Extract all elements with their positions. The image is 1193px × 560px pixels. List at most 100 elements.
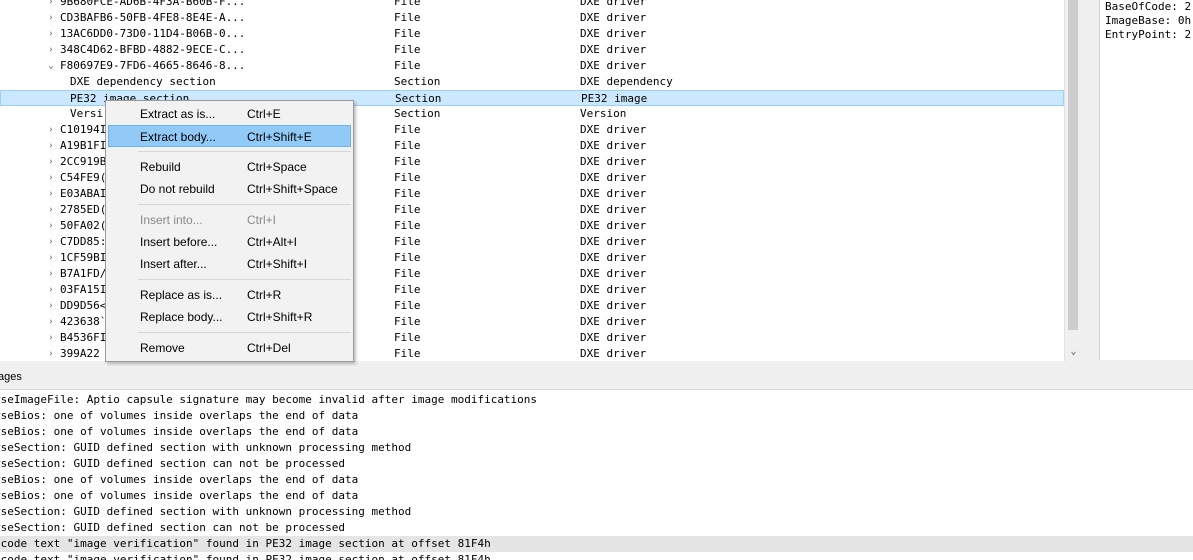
tree-row-subtype: DXE driver — [580, 27, 647, 40]
tree-child-row[interactable]: DXE dependency section Section DXE depende… — [0, 74, 1064, 90]
message-item[interactable]: icode text "image verification" found in… — [0, 536, 1193, 552]
message-item[interactable]: rseSection: GUID defined section with un… — [0, 440, 1193, 456]
menu-item-insert-before[interactable]: Insert before... Ctrl+Alt+I — [108, 231, 351, 253]
tree-row-name: 2785ED( — [60, 203, 107, 216]
tree-row-name: DXE dependency section — [70, 75, 216, 88]
expand-right-icon[interactable]: › — [46, 266, 56, 282]
tree-row-subtype: DXE driver — [580, 203, 647, 216]
expand-down-icon[interactable]: ⌄ — [46, 58, 56, 74]
messages-header: ages — [0, 368, 1193, 386]
expand-right-icon[interactable]: › — [46, 186, 56, 202]
expand-right-icon[interactable]: › — [46, 26, 56, 42]
message-item[interactable]: rseSection: GUID defined section can not… — [0, 456, 1193, 472]
tree-row-type: File — [394, 315, 421, 328]
tree-row-type: File — [394, 347, 421, 360]
expand-right-icon[interactable]: › — [46, 346, 56, 361]
tree-row-subtype: DXE driver — [580, 235, 647, 248]
message-item[interactable]: rseImageFile: Aptio capsule signature ma… — [0, 392, 1193, 408]
expand-right-icon[interactable]: › — [46, 330, 56, 346]
expand-right-icon[interactable]: › — [46, 122, 56, 138]
expand-right-icon[interactable]: › — [46, 0, 56, 10]
menu-item-replace-body[interactable]: Replace body... Ctrl+Shift+R — [108, 306, 351, 328]
tree-row-subtype: DXE driver — [580, 331, 647, 344]
expand-right-icon[interactable]: › — [46, 42, 56, 58]
expand-right-icon[interactable]: › — [46, 218, 56, 234]
tree-row-name: 13AC6DD0-73D0-11D4-B06B-0... — [60, 27, 246, 40]
tree-row-subtype: PE32 image — [581, 92, 648, 105]
tree-row-name: 2CC919B — [60, 155, 107, 168]
expand-right-icon[interactable]: › — [46, 154, 56, 170]
message-item[interactable]: rseSection: GUID defined section with un… — [0, 504, 1193, 520]
tree-row[interactable]: ⌄ F80697E9-7FD6-4665-8646-8... File DXE dri… — [0, 58, 1064, 74]
message-item[interactable]: rseSection: GUID defined section can not… — [0, 520, 1193, 536]
tree-row-name: 1CF59BI — [60, 251, 107, 264]
menu-item-label: Remove — [140, 341, 185, 355]
tree-row-subtype: DXE driver — [580, 139, 647, 152]
tree-row-type: File — [394, 235, 421, 248]
menu-item-do-not-rebuild[interactable]: Do not rebuild Ctrl+Shift+Space — [108, 178, 351, 200]
message-item[interactable]: rseBios: one of volumes inside overlaps … — [0, 424, 1193, 440]
info-line: EntryPoint: 2 — [1105, 28, 1192, 41]
expand-right-icon[interactable]: › — [46, 250, 56, 266]
menu-item-label: Insert after... — [140, 257, 207, 271]
tree-row-type: File — [394, 171, 421, 184]
tree-vertical-scrollbar[interactable]: ⌄ — [1064, 0, 1082, 361]
message-item[interactable]: rseBios: one of volumes inside overlaps … — [0, 488, 1193, 504]
tree-row-name: 423638` — [60, 315, 107, 328]
tree-row-type: File — [394, 43, 421, 56]
menu-item-label: Replace body... — [140, 310, 223, 324]
tree-row-type: Section — [395, 92, 442, 105]
tree-row-name: 348C4D62-BFBD-4882-9ECE-C... — [60, 43, 246, 56]
scrollbar-thumb[interactable] — [1068, 0, 1078, 330]
menu-item-rebuild[interactable]: Rebuild Ctrl+Space — [108, 156, 351, 178]
expand-right-icon[interactable]: › — [46, 202, 56, 218]
menu-item-shortcut: Ctrl+Shift+I — [247, 257, 308, 271]
expand-right-icon[interactable]: › — [46, 170, 56, 186]
menu-item-insert-into: Insert into... Ctrl+I — [108, 209, 351, 231]
menu-item-extract-body[interactable]: Extract body... Ctrl+Shift+E — [108, 125, 351, 147]
expand-right-icon[interactable]: › — [46, 298, 56, 314]
tree-row-name: A19B1FI — [60, 139, 107, 152]
messages-list[interactable]: rseImageFile: Aptio capsule signature ma… — [0, 389, 1193, 560]
tree-row-subtype: Version — [580, 107, 627, 120]
tree-row-subtype: DXE driver — [580, 59, 647, 72]
tree-row-type: File — [394, 283, 421, 296]
menu-item-shortcut: Ctrl+E — [247, 107, 281, 121]
tree-row-name: E03ABAI — [60, 187, 107, 200]
menu-item-insert-after[interactable]: Insert after... Ctrl+Shift+I — [108, 253, 351, 275]
menu-item-label: Rebuild — [140, 160, 181, 174]
menu-separator — [138, 332, 351, 333]
menu-item-shortcut: Ctrl+Shift+R — [247, 310, 313, 324]
tree-row-type: File — [394, 299, 421, 312]
tree-row-type: Section — [394, 107, 441, 120]
message-text: rseImageFile: Aptio capsule signature ma… — [0, 393, 538, 406]
menu-item-replace-as-is[interactable]: Replace as is... Ctrl+R — [108, 284, 351, 306]
message-text: rseSection: GUID defined section can not… — [0, 457, 345, 470]
tree-row[interactable]: › CD3BAFB6-50FB-4FE8-8E4E-A... File DXE dri… — [0, 10, 1064, 26]
context-menu[interactable]: Extract as is... Ctrl+E Extract body... Ctr… — [105, 100, 354, 362]
expand-right-icon[interactable]: › — [46, 314, 56, 330]
tree-row-type: File — [394, 139, 421, 152]
expand-right-icon[interactable]: › — [46, 10, 56, 26]
expand-right-icon[interactable]: › — [46, 138, 56, 154]
scroll-down-arrow-icon[interactable]: ⌄ — [1065, 345, 1082, 359]
tree-row[interactable]: › 348C4D62-BFBD-4882-9ECE-C... File DXE dri… — [0, 42, 1064, 58]
message-item[interactable]: rseBios: one of volumes inside overlaps … — [0, 472, 1193, 488]
expand-right-icon[interactable]: › — [46, 282, 56, 298]
tree-row-type: File — [394, 331, 421, 344]
menu-item-shortcut: Ctrl+Alt+I — [247, 235, 298, 249]
menu-item-shortcut: Ctrl+I — [247, 213, 277, 227]
tree-row-type: File — [394, 0, 421, 8]
menu-item-extract-as-is[interactable]: Extract as is... Ctrl+E — [108, 103, 351, 125]
tree-row-type: Section — [394, 75, 441, 88]
tree-row-subtype: DXE driver — [580, 347, 647, 360]
menu-item-remove[interactable]: Remove Ctrl+Del — [108, 337, 351, 359]
expand-right-icon[interactable]: › — [46, 234, 56, 250]
menu-item-label: Extract body... — [140, 130, 216, 144]
message-item[interactable]: rseBios: one of volumes inside overlaps … — [0, 408, 1193, 424]
tree-row[interactable]: › 9B680FCE-AD6B-4F3A-B60B-F... File DXE dri… — [0, 0, 1064, 10]
tree-row-name: 03FA15I — [60, 283, 107, 296]
messages-header-label: ages — [0, 371, 22, 383]
tree-row-name: CD3BAFB6-50FB-4FE8-8E4E-A... — [60, 11, 246, 24]
tree-row[interactable]: › 13AC6DD0-73D0-11D4-B06B-0... File DXE dri… — [0, 26, 1064, 42]
